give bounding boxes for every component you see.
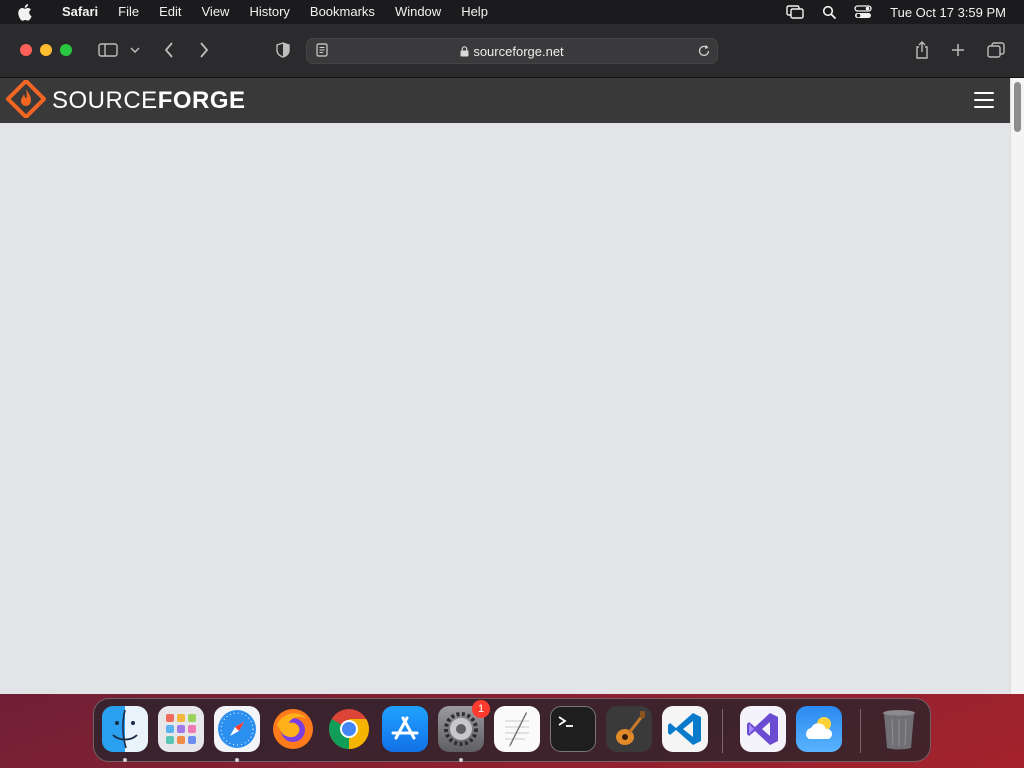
garageband-icon[interactable] bbox=[606, 706, 652, 752]
terminal-icon[interactable] bbox=[550, 706, 596, 752]
dock-separator bbox=[722, 709, 723, 753]
visual-studio-icon[interactable] bbox=[740, 706, 786, 752]
notification-badge: 1 bbox=[472, 700, 490, 718]
page-content-area bbox=[0, 123, 1010, 694]
chevron-down-icon[interactable] bbox=[128, 39, 142, 61]
lock-icon bbox=[460, 45, 469, 60]
weather-icon[interactable] bbox=[796, 706, 842, 752]
finder-icon[interactable] bbox=[102, 706, 148, 752]
reload-icon[interactable] bbox=[697, 44, 711, 58]
app-store-icon[interactable] bbox=[382, 706, 428, 752]
hamburger-menu-icon[interactable] bbox=[974, 92, 994, 108]
new-tab-plus-icon[interactable] bbox=[948, 39, 968, 61]
screen-mirroring-icon[interactable] bbox=[784, 0, 806, 24]
chrome-icon[interactable] bbox=[326, 706, 372, 752]
back-arrow-icon[interactable] bbox=[160, 39, 178, 61]
vscode-icon[interactable] bbox=[662, 706, 708, 752]
window-zoom-button[interactable] bbox=[60, 44, 72, 56]
site-logo-text: SOURCEFORGE bbox=[52, 87, 246, 115]
dock-separator bbox=[860, 709, 861, 753]
address-bar[interactable]: sourceforge.net bbox=[306, 38, 718, 64]
site-header: SOURCEFORGE bbox=[0, 77, 1010, 123]
menu-edit[interactable]: Edit bbox=[149, 0, 191, 24]
tab-overview-icon[interactable] bbox=[985, 39, 1007, 61]
dock: 1 bbox=[93, 698, 931, 762]
window-close-button[interactable] bbox=[20, 44, 32, 56]
apple-logo-icon[interactable] bbox=[18, 0, 38, 24]
browser-toolbar: sourceforge.net bbox=[0, 24, 1024, 78]
page-scrollbar[interactable] bbox=[1010, 78, 1024, 694]
safari-window: sourceforge.net SOURCEFORGE bbox=[0, 24, 1024, 694]
menu-bar-clock[interactable]: Tue Oct 17 3:59 PM bbox=[890, 5, 1006, 20]
share-icon[interactable] bbox=[911, 39, 933, 61]
trash-icon[interactable] bbox=[876, 706, 922, 752]
hamburger-line bbox=[974, 106, 994, 108]
site-logo[interactable]: SOURCEFORGE bbox=[5, 77, 246, 123]
scrollbar-thumb[interactable] bbox=[1014, 82, 1021, 132]
menu-history[interactable]: History bbox=[239, 0, 299, 24]
menu-app-safari[interactable]: Safari bbox=[52, 0, 108, 24]
running-indicator bbox=[235, 758, 239, 762]
menu-bar: Safari File Edit View History Bookmarks … bbox=[0, 0, 1024, 24]
menu-window[interactable]: Window bbox=[385, 0, 451, 24]
menu-bookmarks[interactable]: Bookmarks bbox=[300, 0, 385, 24]
firefox-icon[interactable] bbox=[270, 706, 316, 752]
hamburger-line bbox=[974, 92, 994, 94]
logo-text-source: SOURCE bbox=[52, 87, 158, 114]
hamburger-line bbox=[974, 99, 994, 101]
menu-file[interactable]: File bbox=[108, 0, 149, 24]
menu-view[interactable]: View bbox=[192, 0, 240, 24]
system-settings-icon[interactable]: 1 bbox=[438, 700, 490, 752]
sidebar-toggle-icon[interactable] bbox=[96, 39, 120, 61]
url-text: sourceforge.net bbox=[473, 44, 564, 59]
textedit-icon[interactable] bbox=[494, 706, 540, 752]
sourceforge-logo-icon bbox=[5, 77, 47, 123]
launchpad-icon[interactable] bbox=[158, 706, 204, 752]
running-indicator bbox=[123, 758, 127, 762]
logo-text-forge: FORGE bbox=[157, 87, 246, 114]
safari-icon[interactable] bbox=[214, 706, 260, 752]
window-minimize-button[interactable] bbox=[40, 44, 52, 56]
spotlight-search-icon[interactable] bbox=[818, 0, 840, 24]
privacy-shield-icon[interactable] bbox=[272, 39, 294, 61]
running-indicator bbox=[459, 758, 463, 762]
control-center-icon[interactable] bbox=[852, 0, 874, 24]
menu-help[interactable]: Help bbox=[451, 0, 498, 24]
forward-arrow-icon[interactable] bbox=[195, 39, 213, 61]
url-display[interactable]: sourceforge.net bbox=[307, 44, 717, 60]
